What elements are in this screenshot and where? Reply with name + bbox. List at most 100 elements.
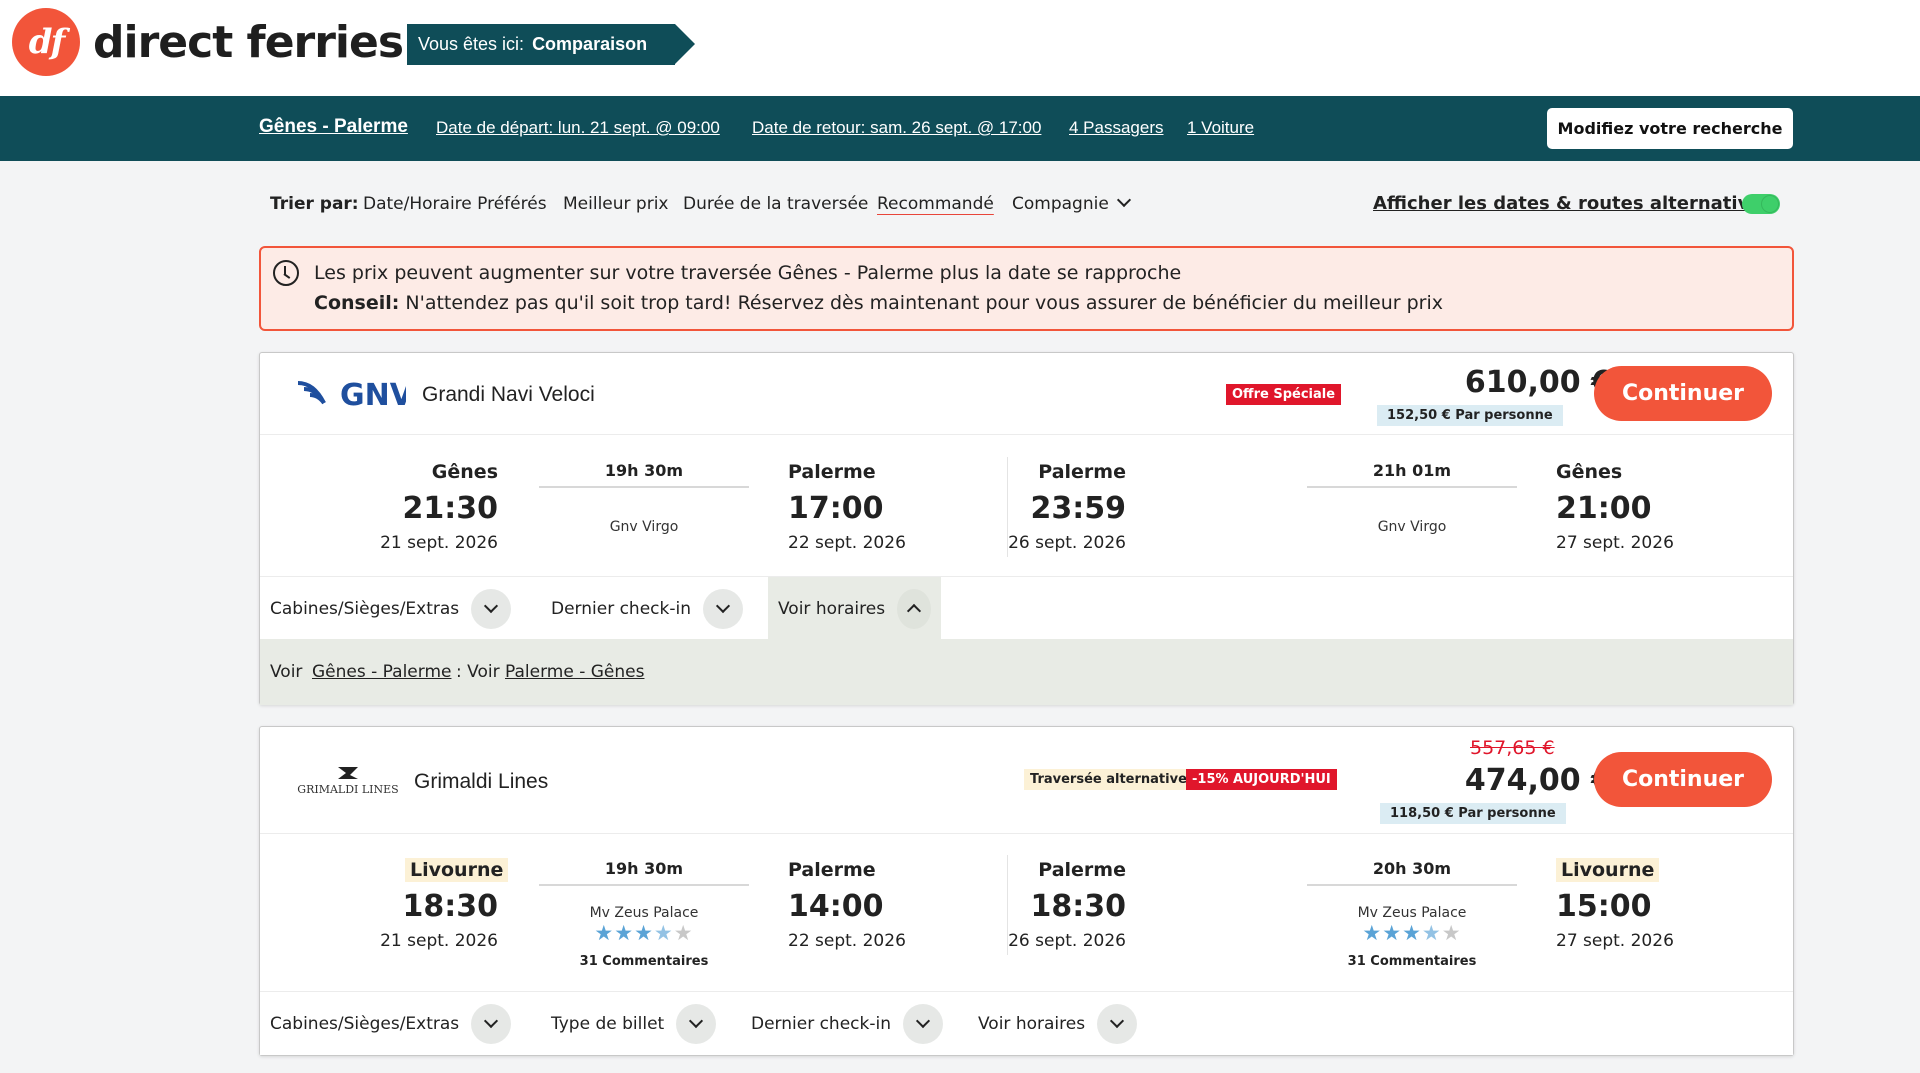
discount-badge: -15% AUJOURD'HUI xyxy=(1186,769,1337,790)
inbound-arr-time: 21:00 xyxy=(1556,491,1652,526)
return-date-link[interactable]: Date de retour: sam. 26 sept. @ 17:00 xyxy=(752,118,1041,138)
inbound-to-port: Livourne xyxy=(1556,858,1660,882)
outbound-from-port: Gênes xyxy=(431,461,498,483)
alternative-crossing-badge: Traversée alternative xyxy=(1024,769,1193,790)
card-tabs: Cabines/Sièges/Extras Dernier check-in V… xyxy=(260,576,1793,640)
outbound-dep-date: 21 sept. 2026 xyxy=(380,533,498,553)
schedule-link-outbound[interactable]: Gênes - Palerme xyxy=(312,662,451,682)
tab-cabins-seats-extras[interactable]: Cabines/Sièges/Extras xyxy=(270,992,512,1055)
operator-name: Grandi Navi Veloci xyxy=(422,383,595,406)
outbound-to-port: Palerme xyxy=(788,859,876,881)
inbound-dep-time: 18:30 xyxy=(1030,889,1127,924)
inbound-ship: Gnv Virgo xyxy=(1377,519,1447,535)
alert-tip: Conseil: N'attendez pas qu'il soit trop … xyxy=(314,292,1443,314)
per-person-price: 118,50 € Par personne xyxy=(1380,803,1566,824)
breadcrumb: Vous êtes ici: Comparaison xyxy=(407,24,696,65)
outbound-arr-time: 14:00 xyxy=(788,889,884,924)
inbound-rating-stars: ★★★★★ xyxy=(1362,922,1462,945)
inbound-reviews-link[interactable]: 31 Commentaires xyxy=(1307,954,1517,969)
card-tabs: Cabines/Sièges/Extras Type de billet Der… xyxy=(260,991,1793,1055)
tab-label: Cabines/Sièges/Extras xyxy=(270,598,460,619)
per-person-price: 152,50 € Par personne xyxy=(1377,405,1563,426)
tab-view-schedules[interactable]: Voir horaires xyxy=(978,992,1138,1055)
outbound-to-port: Palerme xyxy=(788,461,876,483)
chevron-down-icon xyxy=(471,1003,512,1044)
outbound-dep-time: 21:30 xyxy=(402,491,499,526)
grimaldi-logo-icon: GRIMALDI LINES xyxy=(297,767,399,796)
card-header: GRIMALDI LINES Grimaldi Lines Traversée … xyxy=(260,727,1793,834)
chevron-down-icon xyxy=(1097,1003,1138,1044)
inbound-dep-date: 26 sept. 2026 xyxy=(1008,533,1126,553)
passengers-link[interactable]: 4 Passagers xyxy=(1069,118,1164,138)
outbound-dep-time: 18:30 xyxy=(402,889,499,924)
outbound-duration: 19h 30m xyxy=(604,859,684,878)
outbound-duration: 19h 30m xyxy=(604,461,684,480)
tab-label: Dernier check-in xyxy=(751,1013,891,1034)
operator-name: Grimaldi Lines xyxy=(414,770,549,793)
gnv-logo-icon: GNV xyxy=(297,378,406,411)
sort-option-best-price[interactable]: Meilleur prix xyxy=(563,194,669,214)
departure-date-link[interactable]: Date de départ: lun. 21 sept. @ 09:00 xyxy=(436,118,720,138)
inbound-from-port: Palerme xyxy=(1038,859,1126,881)
alert-message: Les prix peuvent augmenter sur votre tra… xyxy=(314,262,1182,284)
result-card-gnv: GNV Grandi Navi Veloci Offre Spéciale 61… xyxy=(259,352,1794,705)
tab-label: Voir horaires xyxy=(778,598,886,619)
logo-mark[interactable]: df xyxy=(12,8,80,76)
tab-last-check-in[interactable]: Dernier check-in xyxy=(751,992,943,1055)
breadcrumb-current: Comparaison xyxy=(532,34,648,54)
modify-search-button[interactable]: Modifiez votre recherche xyxy=(1546,107,1794,150)
outbound-ship: Mv Zeus Palace xyxy=(589,905,699,921)
tab-ticket-type[interactable]: Type de billet xyxy=(551,992,717,1055)
continue-button[interactable]: Continuer xyxy=(1594,752,1772,807)
sort-option-preferred-time[interactable]: Date/Horaire Préférés xyxy=(363,194,547,214)
continue-button[interactable]: Continuer xyxy=(1594,366,1772,421)
total-price: 474,00 € xyxy=(1464,763,1612,798)
gnv-logo-text: GNV xyxy=(340,378,406,411)
chevron-down-icon xyxy=(676,1003,717,1044)
tab-label: Cabines/Sièges/Extras xyxy=(270,1013,460,1034)
sort-option-recommended[interactable]: Recommandé xyxy=(877,194,994,214)
chevron-down-icon xyxy=(471,588,512,629)
tab-label: Voir horaires xyxy=(978,1013,1086,1034)
tab-view-schedules[interactable]: Voir horaires xyxy=(768,577,941,640)
clock-icon xyxy=(273,260,299,286)
inbound-arr-date: 27 sept. 2026 xyxy=(1556,931,1674,951)
outbound-dep-date: 21 sept. 2026 xyxy=(380,931,498,951)
logo-text[interactable]: direct ferries xyxy=(93,17,404,68)
alert-tip-text: N'attendez pas qu'il soit trop tard! Rés… xyxy=(405,292,1443,314)
vehicle-link[interactable]: 1 Voiture xyxy=(1187,118,1254,138)
tab-cabins-seats-extras[interactable]: Cabines/Sièges/Extras xyxy=(270,577,512,640)
inbound-ship: Mv Zeus Palace xyxy=(1357,905,1467,921)
grimaldi-logo-text: GRIMALDI LINES xyxy=(297,783,398,796)
outbound-reviews-link[interactable]: 31 Commentaires xyxy=(539,954,749,969)
inbound-duration-line xyxy=(1307,884,1517,886)
inbound-arr-date: 27 sept. 2026 xyxy=(1556,533,1674,553)
outbound-duration-line xyxy=(539,884,749,886)
total-price: 610,00 € xyxy=(1464,365,1612,400)
chevron-up-icon xyxy=(897,588,931,629)
top-header: df direct ferries Vous êtes ici: Compara… xyxy=(0,0,1920,96)
special-offer-badge: Offre Spéciale xyxy=(1226,384,1342,405)
outbound-ship: Gnv Virgo xyxy=(609,519,679,535)
schedule-links-panel: Voir Gênes - Palerme : Voir Palerme - Gê… xyxy=(260,639,1793,705)
sort-option-duration[interactable]: Durée de la traversée xyxy=(683,194,868,214)
alert-tip-label: Conseil: xyxy=(314,292,400,314)
alternative-routes-toggle[interactable] xyxy=(1742,194,1780,214)
search-summary-bar: Gênes - Palerme Date de départ: lun. 21 … xyxy=(0,96,1920,161)
inbound-dep-date: 26 sept. 2026 xyxy=(1008,931,1126,951)
result-card-grimaldi: GRIMALDI LINES Grimaldi Lines Traversée … xyxy=(259,726,1794,1056)
alternative-routes-label[interactable]: Afficher les dates & routes alternatives xyxy=(1373,193,1772,214)
tab-last-check-in[interactable]: Dernier check-in xyxy=(551,577,743,640)
tab-label: Type de billet xyxy=(551,1013,665,1034)
breadcrumb-label: Vous êtes ici: xyxy=(418,34,525,54)
inbound-duration-line xyxy=(1307,486,1517,488)
chevron-down-icon xyxy=(703,588,743,629)
search-route-link[interactable]: Gênes - Palerme xyxy=(259,116,408,138)
tab-label: Dernier check-in xyxy=(551,598,691,619)
schedule-link-inbound[interactable]: Palerme - Gênes xyxy=(505,662,644,682)
sort-option-operator[interactable]: Compagnie xyxy=(1012,192,1131,214)
chevron-down-icon xyxy=(1116,192,1131,208)
outbound-rating-stars: ★★★★★ xyxy=(594,922,694,945)
inbound-from-port: Palerme xyxy=(1038,461,1126,483)
schedule-prefix: Voir xyxy=(270,662,303,682)
